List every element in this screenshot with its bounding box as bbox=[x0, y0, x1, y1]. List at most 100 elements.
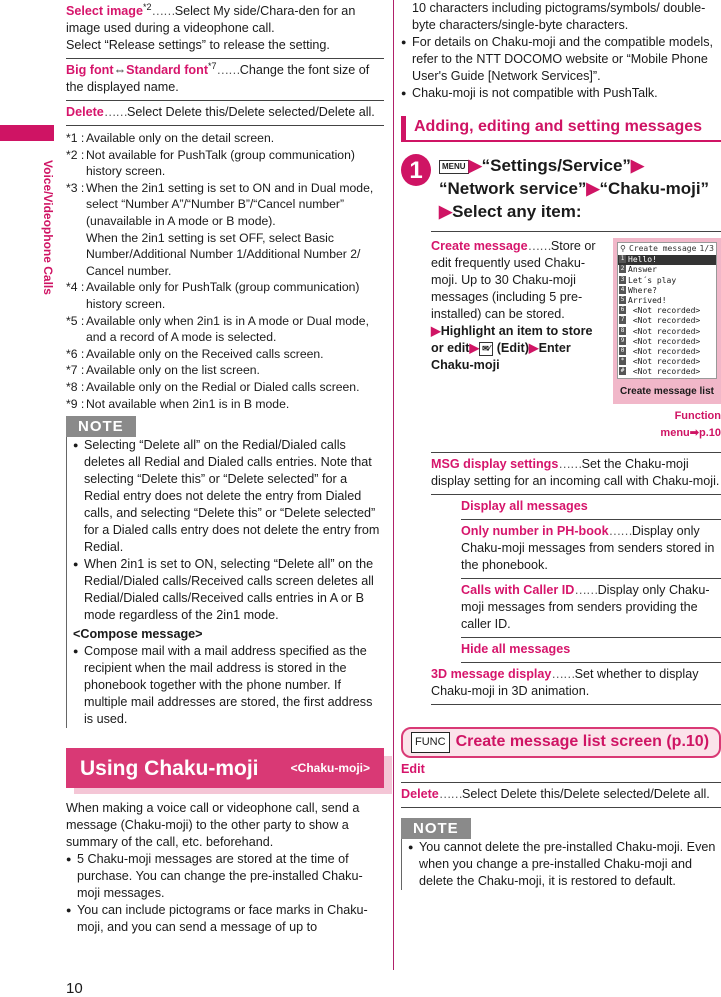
step-1: 1 MENU ▶“Settings/Service”▶ “Network serv… bbox=[401, 154, 721, 223]
step-options: Create message……Store or edit frequently… bbox=[431, 231, 721, 453]
phone-caption: Create message list bbox=[620, 385, 714, 397]
footnote: *8 : Available only on the Redial or Dial… bbox=[66, 379, 360, 394]
option-msg-display: MSG display settings……Set the Chaku-moji… bbox=[431, 453, 721, 495]
bullet-item: ● You can include pictograms or face mark… bbox=[66, 903, 368, 935]
footnote: *9 : Not available when 2in1 is in B mode… bbox=[66, 396, 290, 411]
phone-list-row: 5 Arrived! bbox=[618, 296, 716, 306]
number-key-icon: 5 bbox=[619, 296, 626, 305]
note-box: NOTE ● Selecting “Delete all” on the Redi… bbox=[66, 416, 384, 729]
phone-list-row: 7 <Not recorded> bbox=[618, 316, 716, 326]
number-key-icon: 7 bbox=[619, 316, 626, 325]
left-column: Select image*2……Select My side/Chara-den… bbox=[66, 0, 392, 936]
number-key-icon: 4 bbox=[619, 285, 626, 294]
function-menu-title: Create message list screen (p.10) bbox=[455, 733, 710, 751]
note-bullet: ● Selecting “Delete all” on the Redial/Di… bbox=[73, 438, 380, 555]
arrow-icon: ▶ bbox=[469, 341, 480, 355]
number-key-icon: 1 bbox=[619, 255, 626, 264]
search-icon: ⚲ bbox=[620, 244, 626, 253]
footnote: *6 : Available only on the Received calls… bbox=[66, 346, 324, 361]
bullet-item: ● For details on Chaku-moji and the compa… bbox=[401, 35, 714, 83]
phone-list-row: 4 Where? bbox=[618, 285, 716, 296]
mail-key-icon: ✉⁄ bbox=[479, 341, 494, 356]
number-key-icon: 8 bbox=[619, 326, 626, 335]
section-subtitle: <Chaku-moji> bbox=[290, 760, 370, 775]
phone-row-text: <Not recorded> bbox=[628, 316, 701, 326]
phone-row-text: <Not recorded> bbox=[628, 326, 701, 336]
func-item-delete: Delete……Select Delete this/Delete select… bbox=[401, 783, 721, 808]
phone-list-row: * <Not recorded> bbox=[618, 357, 716, 367]
bullet-icon: ● bbox=[73, 646, 79, 657]
option-select-image: Select image*2……Select My side/Chara-den… bbox=[66, 0, 384, 59]
phone-message-list: 1 Hello! 2 Answer 3 Let´s play 4 Where? 5 Arrived… bbox=[618, 255, 716, 377]
bullet-icon: ● bbox=[408, 841, 414, 852]
number-key-icon: 6 bbox=[619, 306, 626, 315]
note-tag: NOTE bbox=[401, 817, 471, 839]
number-key-icon: 9 bbox=[619, 336, 626, 345]
footnote: *1 : Available only on the detail screen. bbox=[66, 131, 275, 145]
subsection-heading: Adding, editing and setting messages bbox=[401, 116, 721, 142]
phone-list-row: 1 Hello! bbox=[618, 255, 716, 266]
function-menu-box: FUNC Create message list screen (p.10) bbox=[401, 726, 721, 758]
phone-list-row: 0 <Not recorded> bbox=[618, 347, 716, 357]
phone-row-text: <Not recorded> bbox=[628, 357, 701, 367]
bullet-icon: ● bbox=[73, 440, 79, 451]
phone-title-bar: ⚲ Create message 1/3 bbox=[620, 244, 714, 253]
msg-option: Hide all messages bbox=[461, 638, 721, 663]
page-number: 10 bbox=[66, 980, 83, 997]
section-title: Using Chaku-moji bbox=[80, 756, 259, 780]
bullet-icon: ● bbox=[401, 37, 407, 47]
func-key-icon: FUNC bbox=[411, 731, 450, 753]
continued-text: 10 characters including pictograms/symbo… bbox=[412, 1, 706, 32]
option-3d-display: 3D message display……Set whether to displ… bbox=[431, 663, 721, 705]
arrow-icon: ▶ bbox=[439, 202, 453, 221]
function-menu-link[interactable]: Function menu➡p.10 bbox=[613, 408, 721, 442]
arrow-icon: ▶ bbox=[528, 341, 539, 355]
section-tab-marker bbox=[0, 125, 54, 141]
number-key-icon: # bbox=[619, 367, 626, 376]
bullet-icon: ● bbox=[66, 854, 72, 865]
func-item-edit: Edit bbox=[401, 758, 721, 783]
phone-list-row: 6 <Not recorded> bbox=[618, 306, 716, 316]
msg-option: Calls with Caller ID……Display only Chaku… bbox=[461, 579, 721, 638]
footnote: *2 : Not available for PushTalk (group co… bbox=[66, 147, 355, 179]
menu-key-icon: MENU bbox=[439, 159, 469, 174]
arrow-icon: ▶ bbox=[468, 156, 482, 175]
phone-screenshot: ⚲ Create message 1/3 1 Hello! 2 Answer 3 Let´s … bbox=[613, 238, 721, 442]
arrow-icon: ▶ bbox=[586, 179, 600, 198]
bullet-icon: ● bbox=[66, 905, 72, 916]
msg-option: Display all messages bbox=[461, 495, 721, 520]
phone-row-text: Let´s play bbox=[628, 275, 677, 285]
bullet-icon: ● bbox=[401, 88, 407, 98]
note-bullet: ● Compose mail with a mail address specif… bbox=[73, 644, 373, 727]
phone-row-text: Answer bbox=[628, 265, 657, 275]
phone-list-row: # <Not recorded> bbox=[618, 367, 716, 377]
footnote: *3 : When the 2in1 setting is set to ON a… bbox=[66, 180, 374, 278]
intro-paragraph: When making a voice call or videophone c… bbox=[66, 801, 360, 850]
option-delete: Delete……Select Delete this/Delete select… bbox=[66, 101, 384, 126]
phone-list-row: 2 Answer bbox=[618, 265, 716, 275]
phone-row-text: <Not recorded> bbox=[628, 336, 701, 346]
phone-row-text: <Not recorded> bbox=[628, 367, 701, 377]
bullet-item: ● Chaku-moji is not compatible with PushT… bbox=[401, 86, 658, 100]
option-create-message: Create message……Store or edit frequently… bbox=[431, 232, 721, 453]
note-box: NOTE ● You cannot delete the pre-installe… bbox=[401, 817, 721, 890]
footnote: *5 : Available only when 2in1 is in A mod… bbox=[66, 313, 369, 345]
phone-list-row: 9 <Not recorded> bbox=[618, 336, 716, 347]
phone-row-text: Arrived! bbox=[628, 296, 667, 306]
footnotes: *1 : Available only on the detail screen.… bbox=[66, 126, 384, 412]
phone-row-text: Hello! bbox=[628, 255, 657, 265]
number-key-icon: 0 bbox=[619, 347, 626, 356]
compose-heading: <Compose message> bbox=[73, 627, 203, 642]
arrow-icon: ▶ bbox=[431, 324, 441, 338]
phone-list-row: 3 Let´s play bbox=[618, 275, 716, 286]
phone-row-text: <Not recorded> bbox=[628, 347, 701, 357]
bullet-item: ● 5 Chaku-moji messages are stored at the… bbox=[66, 852, 363, 901]
section-heading: Using Chaku-moji <Chaku-moji> bbox=[66, 748, 392, 796]
chapter-label: Voice/Videophone Calls bbox=[41, 160, 55, 295]
right-column: 10 characters including pictograms/symbo… bbox=[401, 0, 721, 890]
option-font-size: Big font⇔Standard font*7……Change the fon… bbox=[66, 59, 384, 101]
footnote: *7 : Available only on the list screen. bbox=[66, 363, 260, 378]
phone-list-row: 8 <Not recorded> bbox=[618, 326, 716, 337]
phone-row-text: Where? bbox=[628, 285, 657, 295]
msg-option: Only number in PH-book……Display only Cha… bbox=[461, 520, 721, 579]
